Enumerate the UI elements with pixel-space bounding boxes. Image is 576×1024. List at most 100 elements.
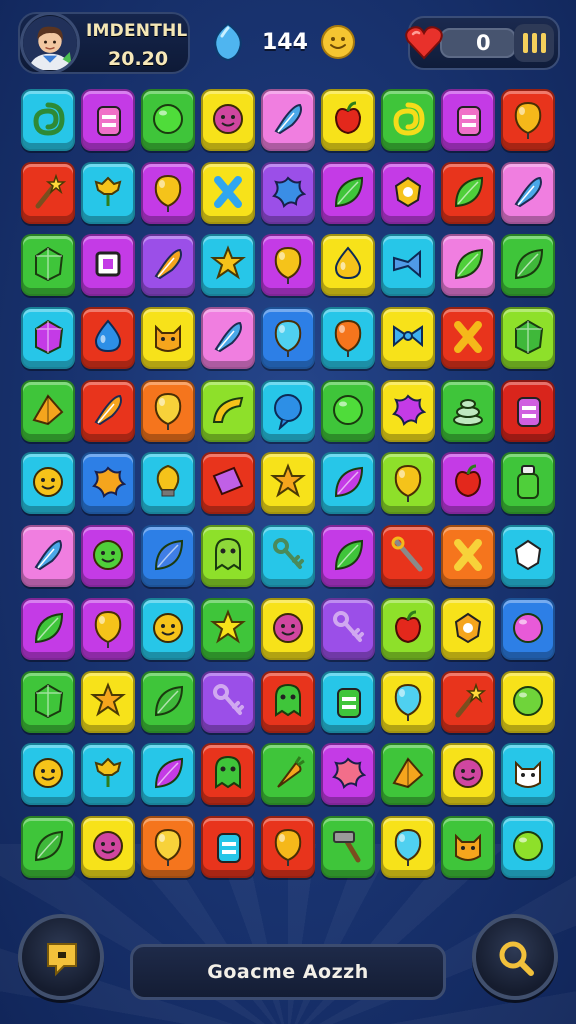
board-tile[interactable] <box>441 307 495 370</box>
board-tile[interactable] <box>381 452 435 515</box>
board-tile[interactable] <box>261 743 315 806</box>
board-tile[interactable] <box>201 452 255 515</box>
board-tile[interactable] <box>141 379 195 442</box>
board-tile[interactable] <box>261 452 315 515</box>
board-tile[interactable] <box>81 815 135 878</box>
board-tile[interactable] <box>81 525 135 588</box>
board-tile[interactable] <box>321 815 375 878</box>
board-tile[interactable] <box>321 379 375 442</box>
board-tile[interactable] <box>21 161 75 224</box>
board-tile[interactable] <box>321 234 375 297</box>
board-tile[interactable] <box>381 161 435 224</box>
board-tile[interactable] <box>261 161 315 224</box>
board-tile[interactable] <box>321 161 375 224</box>
board-tile[interactable] <box>141 234 195 297</box>
avatar[interactable] <box>20 12 80 74</box>
board-tile[interactable] <box>201 234 255 297</box>
board-tile[interactable] <box>141 670 195 733</box>
board-tile[interactable] <box>81 743 135 806</box>
board-tile[interactable] <box>381 234 435 297</box>
board-tile[interactable] <box>141 307 195 370</box>
board-tile[interactable] <box>21 525 75 588</box>
board-tile[interactable] <box>441 379 495 442</box>
board-tile[interactable] <box>321 525 375 588</box>
board-tile[interactable] <box>141 89 195 151</box>
board-tile[interactable] <box>21 379 75 442</box>
board-tile[interactable] <box>441 161 495 224</box>
board-tile[interactable] <box>441 815 495 878</box>
board-tile[interactable] <box>201 815 255 878</box>
board-tile[interactable] <box>381 743 435 806</box>
board-tile[interactable] <box>381 525 435 588</box>
board-tile[interactable] <box>201 597 255 660</box>
board-tile[interactable] <box>201 161 255 224</box>
board-tile[interactable] <box>21 815 75 878</box>
board-tile[interactable] <box>501 597 555 660</box>
board-tile[interactable] <box>81 234 135 297</box>
board-tile[interactable] <box>501 89 555 151</box>
board-tile[interactable] <box>261 670 315 733</box>
board-tile[interactable] <box>81 452 135 515</box>
board-tile[interactable] <box>21 89 75 151</box>
board-tile[interactable] <box>501 234 555 297</box>
board-tile[interactable] <box>261 89 315 151</box>
board-tile[interactable] <box>201 307 255 370</box>
board-tile[interactable] <box>141 743 195 806</box>
board-tile[interactable] <box>81 379 135 442</box>
board-tile[interactable] <box>201 743 255 806</box>
board-tile[interactable] <box>81 89 135 151</box>
board-tile[interactable] <box>381 670 435 733</box>
board-tile[interactable] <box>501 743 555 806</box>
board-tile[interactable] <box>441 525 495 588</box>
board-tile[interactable] <box>21 234 75 297</box>
board-tile[interactable] <box>321 307 375 370</box>
board-tile[interactable] <box>261 234 315 297</box>
player-profile[interactable]: IMDENTHL 20.20 <box>18 12 190 74</box>
board-tile[interactable] <box>21 307 75 370</box>
board-tile[interactable] <box>81 307 135 370</box>
board-tile[interactable] <box>321 743 375 806</box>
board-tile[interactable] <box>441 670 495 733</box>
board-tile[interactable] <box>321 670 375 733</box>
board-tile[interactable] <box>21 743 75 806</box>
board-tile[interactable] <box>501 815 555 878</box>
board-tile[interactable] <box>381 307 435 370</box>
board-tile[interactable] <box>381 379 435 442</box>
board-tile[interactable] <box>201 379 255 442</box>
board-tile[interactable] <box>21 452 75 515</box>
board-tile[interactable] <box>381 815 435 878</box>
board-tile[interactable] <box>81 161 135 224</box>
board-tile[interactable] <box>141 815 195 878</box>
board-tile[interactable] <box>81 597 135 660</box>
board-tile[interactable] <box>501 670 555 733</box>
board-tile[interactable] <box>141 452 195 515</box>
board-tile[interactable] <box>501 525 555 588</box>
board-tile[interactable] <box>261 307 315 370</box>
board-tile[interactable] <box>261 815 315 878</box>
board-tile[interactable] <box>261 379 315 442</box>
board-tile[interactable] <box>441 743 495 806</box>
board-tile[interactable] <box>501 379 555 442</box>
board-tile[interactable] <box>261 597 315 660</box>
board-tile[interactable] <box>201 525 255 588</box>
hint-button[interactable] <box>18 914 104 1000</box>
board-tile[interactable] <box>261 525 315 588</box>
board-tile[interactable] <box>441 597 495 660</box>
search-button[interactable] <box>472 914 558 1000</box>
board-tile[interactable] <box>141 161 195 224</box>
board-tile[interactable] <box>141 597 195 660</box>
board-tile[interactable] <box>201 670 255 733</box>
pause-button[interactable] <box>514 24 554 62</box>
board-tile[interactable] <box>201 89 255 151</box>
board-tile[interactable] <box>321 452 375 515</box>
board-tile[interactable] <box>441 452 495 515</box>
board-tile[interactable] <box>141 525 195 588</box>
board-tile[interactable] <box>381 89 435 151</box>
board-tile[interactable] <box>441 234 495 297</box>
board-tile[interactable] <box>321 89 375 151</box>
board-tile[interactable] <box>21 670 75 733</box>
board-tile[interactable] <box>21 597 75 660</box>
board-tile[interactable] <box>441 89 495 151</box>
board-tile[interactable] <box>501 452 555 515</box>
board-tile[interactable] <box>321 597 375 660</box>
